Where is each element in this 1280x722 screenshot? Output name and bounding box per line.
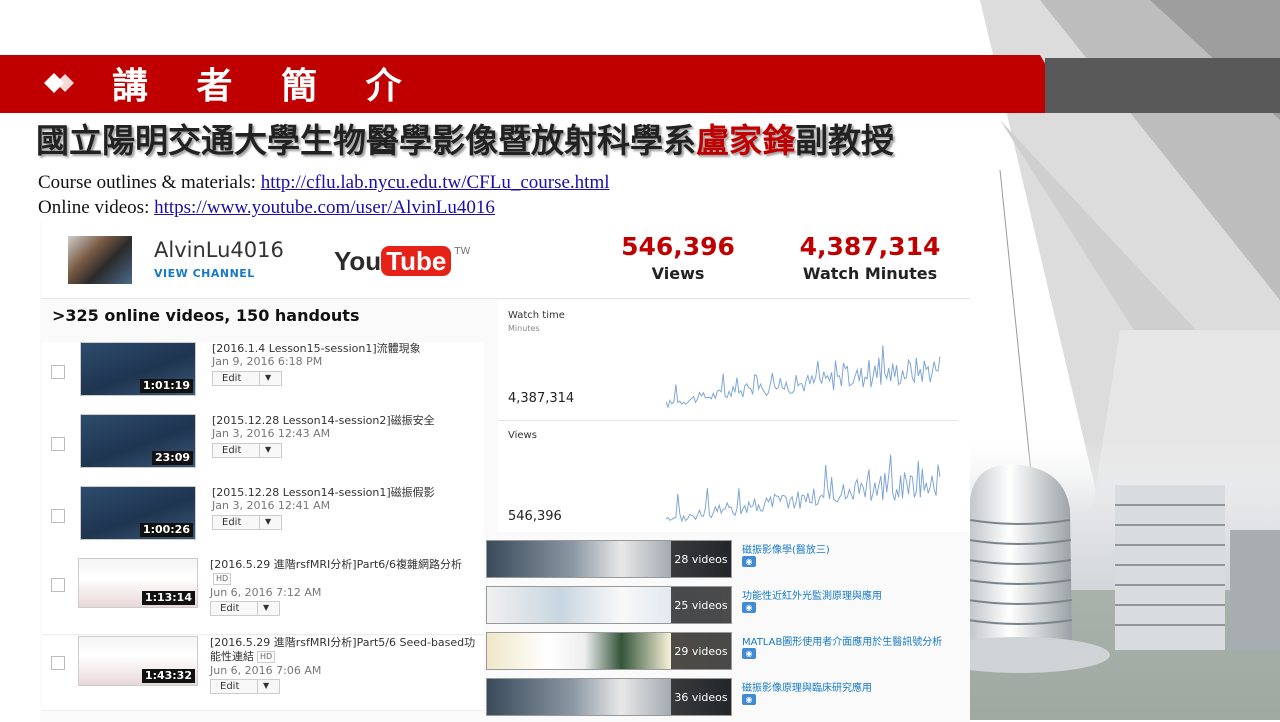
video-title[interactable]: [2015.12.28 Lesson14-session2]磁振安全 [212, 414, 480, 428]
youtube-logo-region: TW [454, 246, 471, 257]
edit-button[interactable]: Edit ▼ [212, 443, 282, 458]
chevron-down-icon: ▼ [265, 445, 272, 454]
chevron-down-icon: ▼ [265, 373, 272, 382]
playlist-thumbnail[interactable]: 36 videos [486, 678, 732, 716]
public-globe-icon: ◉ [742, 648, 756, 659]
video-thumbnail[interactable]: 23:09 [80, 414, 196, 468]
video-thumbnail[interactable]: 1:13:14 [78, 558, 198, 608]
edit-button[interactable]: Edit ▼ [212, 515, 282, 530]
playlist-title[interactable]: MATLAB圖形使用者介面應用於生醫訊號分析 [742, 633, 942, 648]
playlist-title[interactable]: 磁振影像原理與臨床研究應用 [742, 679, 872, 694]
chevron-down-icon: ▼ [263, 603, 270, 612]
public-globe-icon: ◉ [742, 694, 756, 705]
video-row[interactable]: 23:09 [2015.12.28 Lesson14-session2]磁振安全… [42, 414, 484, 487]
video-row[interactable]: 1:43:32 [2016.5.29 進階rsfMRI分析]Part5/6 Se… [42, 636, 484, 711]
video-checkbox[interactable] [51, 437, 65, 451]
video-duration: 1:43:32 [141, 669, 195, 683]
youtube-logo-tube: Tube [381, 246, 452, 276]
video-title-text: [2016.5.29 進階rsfMRI分析]Part5/6 Seed-based… [210, 636, 476, 663]
page-title: 講 者 簡 介 [112, 65, 420, 107]
video-checkbox[interactable] [51, 509, 65, 523]
youtube-logo-you: You [334, 246, 382, 276]
video-title-text: [2016.5.29 進階rsfMRI分析]Part6/6複雜網路分析 [210, 558, 462, 571]
public-globe-icon: ◉ [742, 602, 756, 613]
edit-button[interactable]: Edit ▼ [210, 679, 280, 694]
views-label: Views [651, 264, 705, 283]
youtube-link[interactable]: https://www.youtube.com/user/AlvinLu4016 [154, 197, 495, 218]
hd-badge: HD [257, 651, 276, 663]
video-title[interactable]: [2016.1.4 Lesson15-session1]流體現象 [212, 342, 480, 356]
watch-time-total: 4,387,314 [508, 391, 575, 406]
view-channel-link[interactable]: VIEW CHANNEL [154, 267, 255, 280]
video-row[interactable]: 1:00:26 [2015.12.28 Lesson14-session1]磁振… [42, 486, 484, 559]
course-link[interactable]: http://cflu.lab.nycu.edu.tw/CFLu_course.… [261, 172, 610, 193]
edit-label: Edit [220, 681, 240, 692]
playlist-title[interactable]: 功能性近紅外光監測原理與應用 [742, 587, 882, 602]
edit-button[interactable]: Edit ▼ [212, 371, 282, 386]
views-chart-label: Views [508, 430, 537, 441]
video-thumbnail[interactable]: 1:43:32 [78, 636, 198, 686]
hd-badge: HD [213, 573, 232, 585]
views-chart-total: 546,396 [508, 509, 562, 524]
playlist-count: 28 videos [671, 541, 731, 577]
watch-minutes-label: Watch Minutes [802, 264, 938, 283]
video-title[interactable]: [2015.12.28 Lesson14-session1]磁振假影 [212, 486, 480, 500]
video-date: Jun 6, 2016 7:06 AM [210, 664, 322, 677]
speaker-name: 盧家鋒 [696, 121, 795, 160]
public-globe-icon: ◉ [742, 556, 756, 567]
speaker-affiliation: 國立陽明交通大學生物醫學影像暨放射科學系盧家鋒副教授 [36, 118, 894, 164]
chevron-down-icon: ▼ [263, 681, 270, 690]
edit-label: Edit [222, 517, 242, 528]
video-title[interactable]: [2016.5.29 進階rsfMRI分析]Part6/6複雜網路分析 HD [210, 558, 478, 586]
diamond-bullet-icon [44, 73, 74, 93]
video-date: Jun 6, 2016 7:12 AM [210, 586, 322, 599]
playlist-thumbnail[interactable]: 29 videos [486, 632, 732, 670]
video-checkbox[interactable] [51, 365, 65, 379]
course-label: Course outlines & materials: [38, 172, 256, 193]
youtube-logo: You Tube TW [334, 246, 470, 276]
video-duration: 1:13:14 [141, 591, 195, 605]
playlist-thumbnail[interactable]: 28 videos [486, 540, 732, 578]
videos-label: Online videos: [38, 197, 150, 218]
channel-name[interactable]: AlvinLu4016 [154, 238, 284, 262]
playlist-count: 25 videos [671, 587, 731, 623]
links-block: Course outlines & materials: http://cflu… [38, 170, 610, 220]
views-sparkline [666, 454, 941, 523]
edit-label: Edit [222, 445, 242, 456]
views-value: 546,396 [621, 232, 735, 261]
chart-divider [498, 420, 958, 421]
watch-time-label: Watch time [508, 310, 565, 321]
video-duration: 23:09 [151, 451, 193, 465]
speaker-position: 副教授 [795, 121, 894, 160]
playlist-title[interactable]: 磁振影像學(醫放三) [742, 541, 830, 556]
watch-time-unit: Minutes [508, 324, 540, 333]
video-date: Jan 3, 2016 12:43 AM [212, 427, 331, 440]
video-row[interactable]: 1:13:14 [2016.5.29 進階rsfMRI分析]Part6/6複雜網… [42, 558, 484, 635]
video-count-heading: >325 online videos, 150 handouts [52, 306, 360, 325]
department-name: 國立陽明交通大學生物醫學影像暨放射科學系 [36, 121, 696, 160]
playlist-thumbnail[interactable]: 25 videos [486, 586, 732, 624]
video-title[interactable]: [2016.5.29 進階rsfMRI分析]Part5/6 Seed-based… [210, 636, 478, 664]
video-checkbox[interactable] [51, 578, 65, 592]
avatar[interactable] [68, 236, 132, 284]
video-thumbnail[interactable]: 1:00:26 [80, 486, 196, 540]
video-date: Jan 9, 2016 6:18 PM [212, 355, 323, 368]
video-date: Jan 3, 2016 12:41 AM [212, 499, 331, 512]
playlist-count: 29 videos [671, 633, 731, 669]
video-duration: 1:01:19 [139, 379, 193, 393]
watch-time-sparkline [666, 345, 941, 409]
playlist-count: 36 videos [671, 679, 731, 715]
edit-label: Edit [220, 603, 240, 614]
chevron-down-icon: ▼ [265, 517, 272, 526]
header-accent [1045, 58, 1280, 113]
video-checkbox[interactable] [51, 656, 65, 670]
edit-label: Edit [222, 373, 242, 384]
video-row[interactable]: 1:01:19 [2016.1.4 Lesson15-session1]流體現象… [42, 342, 484, 415]
video-duration: 1:00:26 [139, 523, 193, 537]
watch-minutes-value: 4,387,314 [799, 232, 941, 261]
edit-button[interactable]: Edit ▼ [210, 601, 280, 616]
video-thumbnail[interactable]: 1:01:19 [80, 342, 196, 396]
